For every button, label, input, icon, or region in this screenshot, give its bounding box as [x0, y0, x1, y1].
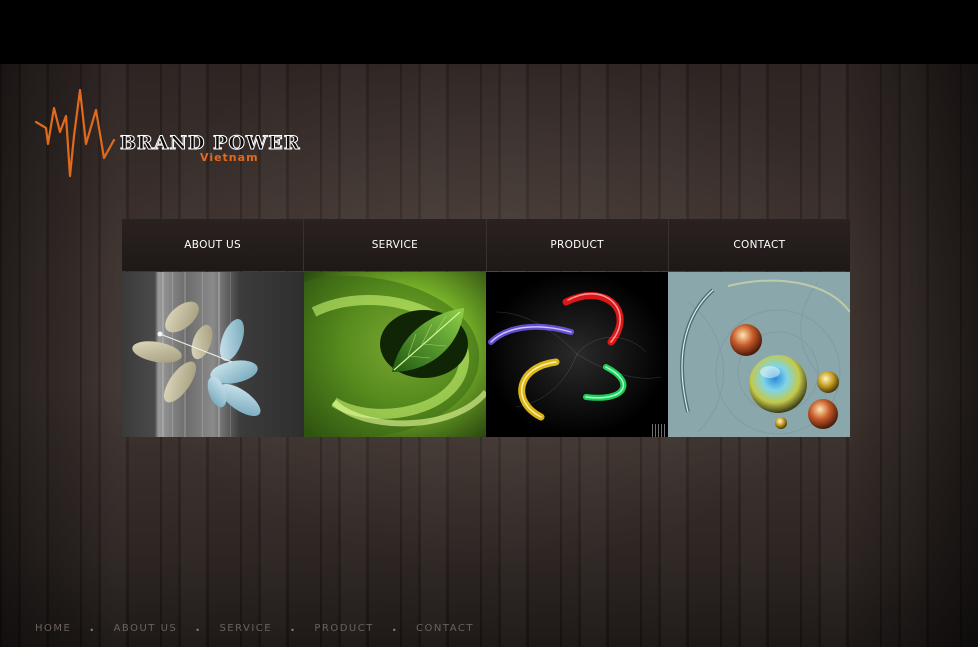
tile-about-leaves-image[interactable]	[122, 272, 304, 437]
footer-link-about-us[interactable]: ABOUT US	[114, 623, 178, 634]
footer-link-service[interactable]: SERVICE	[219, 623, 272, 634]
brand-subtitle: Vietnam	[200, 151, 259, 164]
tile-service-green-image[interactable]	[304, 272, 486, 437]
lightning-logo-icon	[34, 88, 116, 178]
nav-service[interactable]: SERVICE	[304, 219, 487, 271]
nav-contact[interactable]: CONTACT	[668, 219, 850, 271]
footer-link-product[interactable]: PRODUCT	[314, 623, 373, 634]
footer-separator: •	[195, 625, 202, 635]
tile-contact-spheres-image[interactable]	[668, 272, 850, 437]
top-black-bar	[0, 0, 978, 64]
main-nav: ABOUT US SERVICE PRODUCT CONTACT	[122, 219, 850, 271]
footer-nav: HOME • ABOUT US • SERVICE • PRODUCT • CO…	[35, 621, 474, 635]
tile-product-spiral-image[interactable]	[486, 272, 668, 437]
footer-link-contact[interactable]: CONTACT	[416, 623, 474, 634]
nav-product[interactable]: PRODUCT	[486, 219, 669, 271]
image-tiles	[122, 272, 850, 437]
brand-logo[interactable]: BRAND POWER Vietnam	[34, 88, 300, 180]
footer-link-home[interactable]: HOME	[35, 623, 71, 634]
footer-separator: •	[89, 625, 96, 635]
footer-separator: •	[391, 625, 399, 635]
footer-separator: •	[290, 625, 297, 635]
nav-about-us[interactable]: ABOUT US	[122, 219, 305, 271]
